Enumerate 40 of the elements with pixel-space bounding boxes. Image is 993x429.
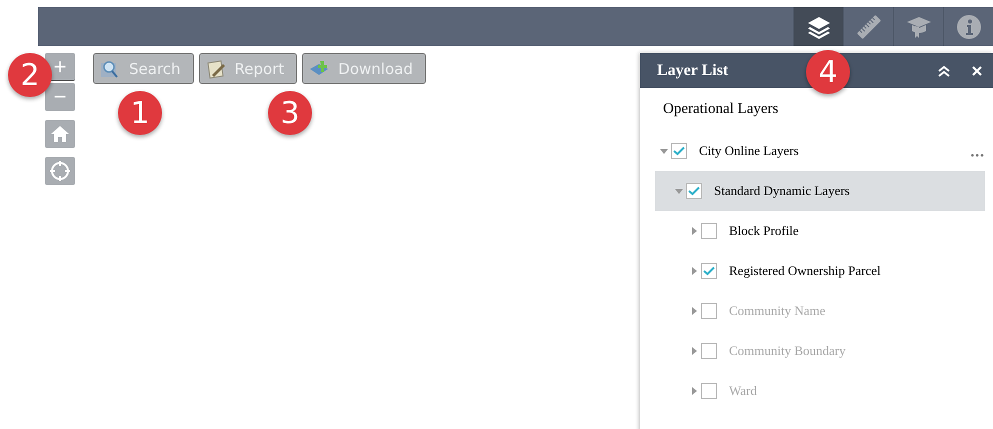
expand-triangle-icon[interactable]: [690, 227, 698, 235]
collapse-triangle-icon[interactable]: [675, 187, 683, 195]
layer-name: Standard Dynamic Layers: [714, 183, 850, 199]
locate-button[interactable]: [45, 157, 75, 185]
layer-checkbox[interactable]: [671, 143, 687, 159]
layer-checkbox[interactable]: [701, 263, 717, 279]
close-icon[interactable]: [971, 64, 983, 76]
layer-checkbox[interactable]: [701, 223, 717, 239]
report-button[interactable]: Report: [198, 53, 298, 84]
section-heading: Operational Layers: [663, 100, 778, 118]
numbered-callout: 1: [118, 91, 162, 135]
numbered-callout: 3: [268, 91, 312, 135]
more-options-button[interactable]: •••: [970, 150, 985, 162]
layers-icon: [806, 14, 832, 38]
layer-name: Registered Ownership Parcel: [729, 263, 881, 279]
home-icon: [50, 125, 70, 143]
collapse-triangle-icon[interactable]: [660, 147, 668, 155]
search-button[interactable]: Search: [93, 53, 194, 84]
expand-triangle-icon[interactable]: [690, 267, 698, 275]
layer-name: Block Profile: [729, 223, 799, 239]
crosshair-icon: [49, 160, 71, 182]
layer-name: City Online Layers: [699, 143, 799, 159]
zoom-out-button[interactable]: −: [45, 83, 75, 111]
layer-name: Community Boundary: [729, 343, 846, 359]
layer-name: Ward: [729, 383, 757, 399]
layer-checkbox[interactable]: [686, 183, 702, 199]
collapse-icon[interactable]: [937, 64, 951, 76]
layer-name: Community Name: [729, 303, 826, 319]
notepad-pencil-icon: [206, 58, 226, 78]
home-button[interactable]: [45, 120, 75, 148]
info-icon: [956, 14, 982, 40]
layers-tool-button[interactable]: [793, 7, 843, 46]
layer-row-highlight[interactable]: Standard Dynamic Layers: [655, 171, 985, 211]
layer-row[interactable]: Block Profile: [655, 211, 985, 251]
download-button[interactable]: Download: [302, 53, 426, 84]
numbered-callout: 2: [8, 53, 52, 97]
panel-title: Layer List: [657, 62, 728, 80]
layer-row[interactable]: City Online Layers •••: [655, 131, 985, 171]
layer-row[interactable]: Registered Ownership Parcel: [655, 251, 985, 291]
magnifier-map-icon: [100, 58, 120, 78]
